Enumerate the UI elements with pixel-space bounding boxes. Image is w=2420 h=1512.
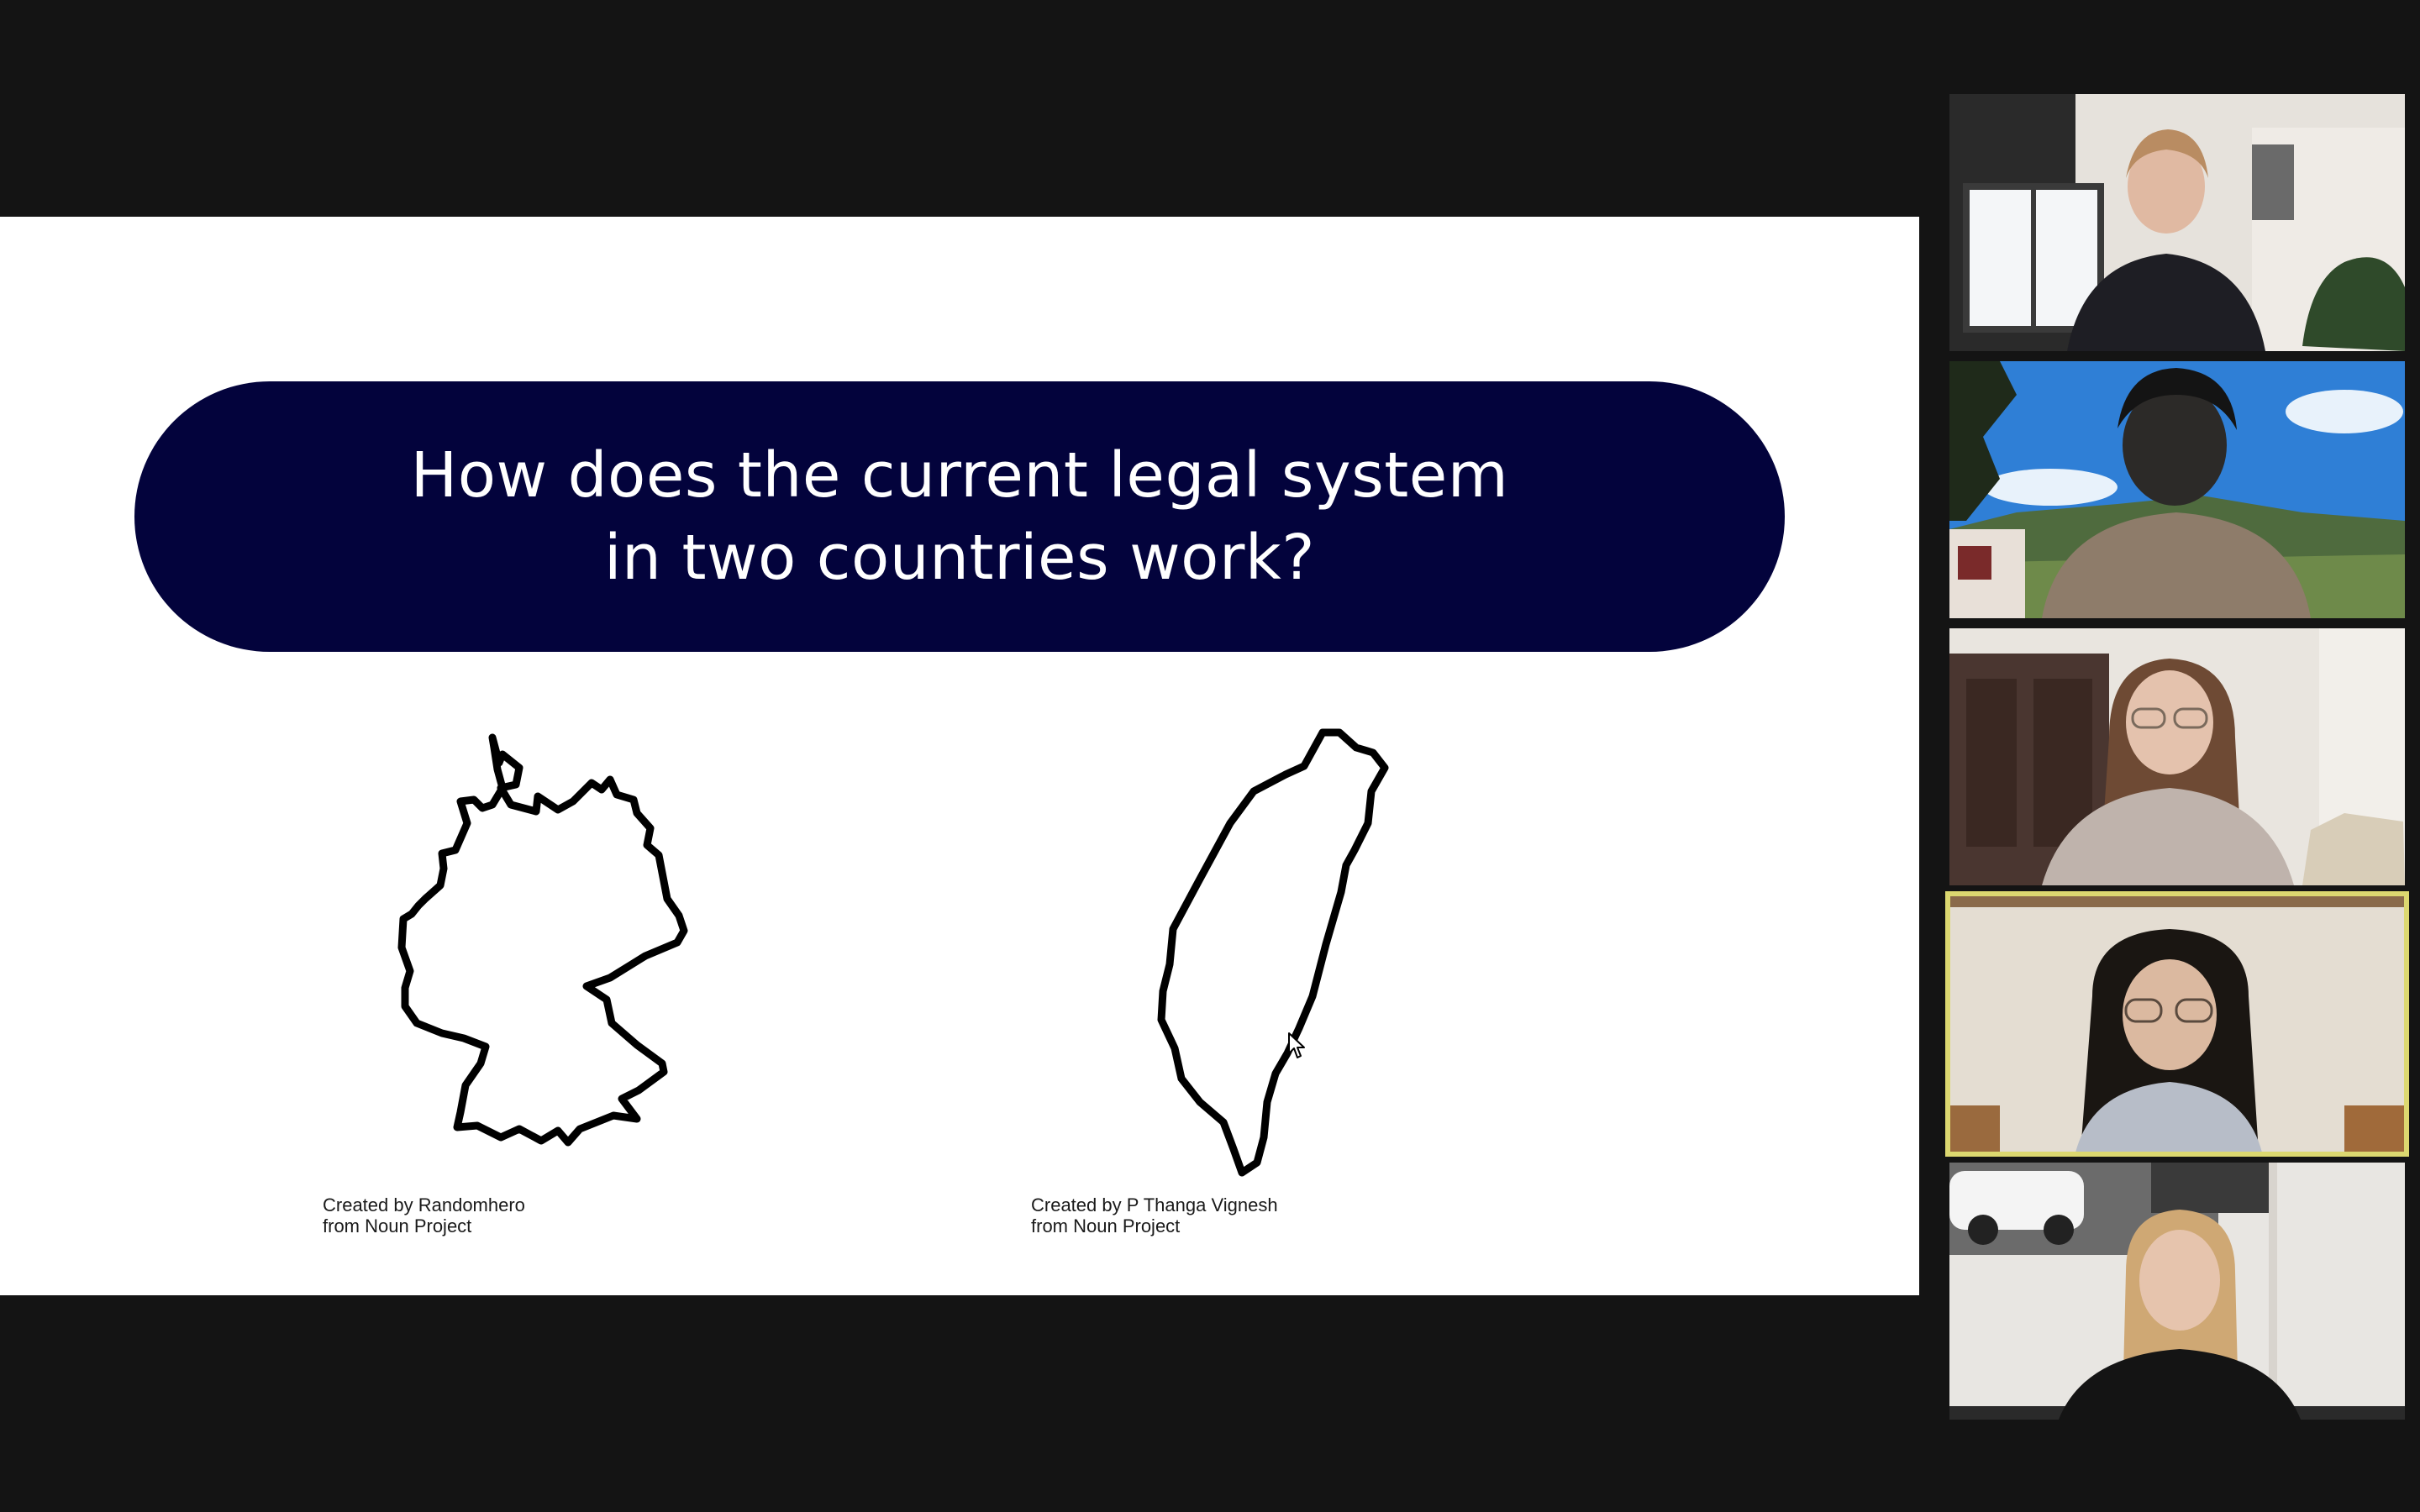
slide-title-line-1: How does the current legal system <box>410 439 1509 512</box>
participant-1-video-frame <box>1949 94 2405 351</box>
credit-germany-line-1: Created by Randomhero <box>323 1194 525 1215</box>
mouse-cursor-icon <box>1288 1032 1305 1058</box>
slide-title-line-2: in two countries work? <box>603 522 1316 594</box>
slide-title: How does the current legal system in two… <box>411 434 1509 599</box>
shared-screen-slide: How does the current legal system in two… <box>0 217 1919 1295</box>
participant-video-5[interactable] <box>1949 1163 2405 1420</box>
participant-3-video-frame <box>1949 628 2405 885</box>
participant-5-video-frame <box>1949 1163 2405 1420</box>
participant-video-3[interactable] <box>1949 628 2405 885</box>
title-banner: How does the current legal system in two… <box>134 381 1785 652</box>
taiwan-outline-icon <box>1157 728 1389 1177</box>
credit-taiwan: Created by P Thanga Vignesh from Noun Pr… <box>1031 1194 1278 1236</box>
participant-video-2[interactable] <box>1949 361 2405 618</box>
participant-2-video-frame <box>1949 361 2405 618</box>
meeting-window: How does the current legal system in two… <box>0 0 2420 1512</box>
germany-outline-icon <box>397 733 688 1147</box>
participant-4-video-frame <box>1949 895 2405 1152</box>
credit-taiwan-line-1: Created by P Thanga Vignesh <box>1031 1194 1278 1215</box>
credit-taiwan-line-2: from Noun Project <box>1031 1215 1181 1236</box>
participant-video-4-active-speaker[interactable] <box>1945 891 2409 1157</box>
participant-video-1[interactable] <box>1949 94 2405 351</box>
credit-germany: Created by Randomhero from Noun Project <box>323 1194 525 1236</box>
credit-germany-line-2: from Noun Project <box>323 1215 472 1236</box>
